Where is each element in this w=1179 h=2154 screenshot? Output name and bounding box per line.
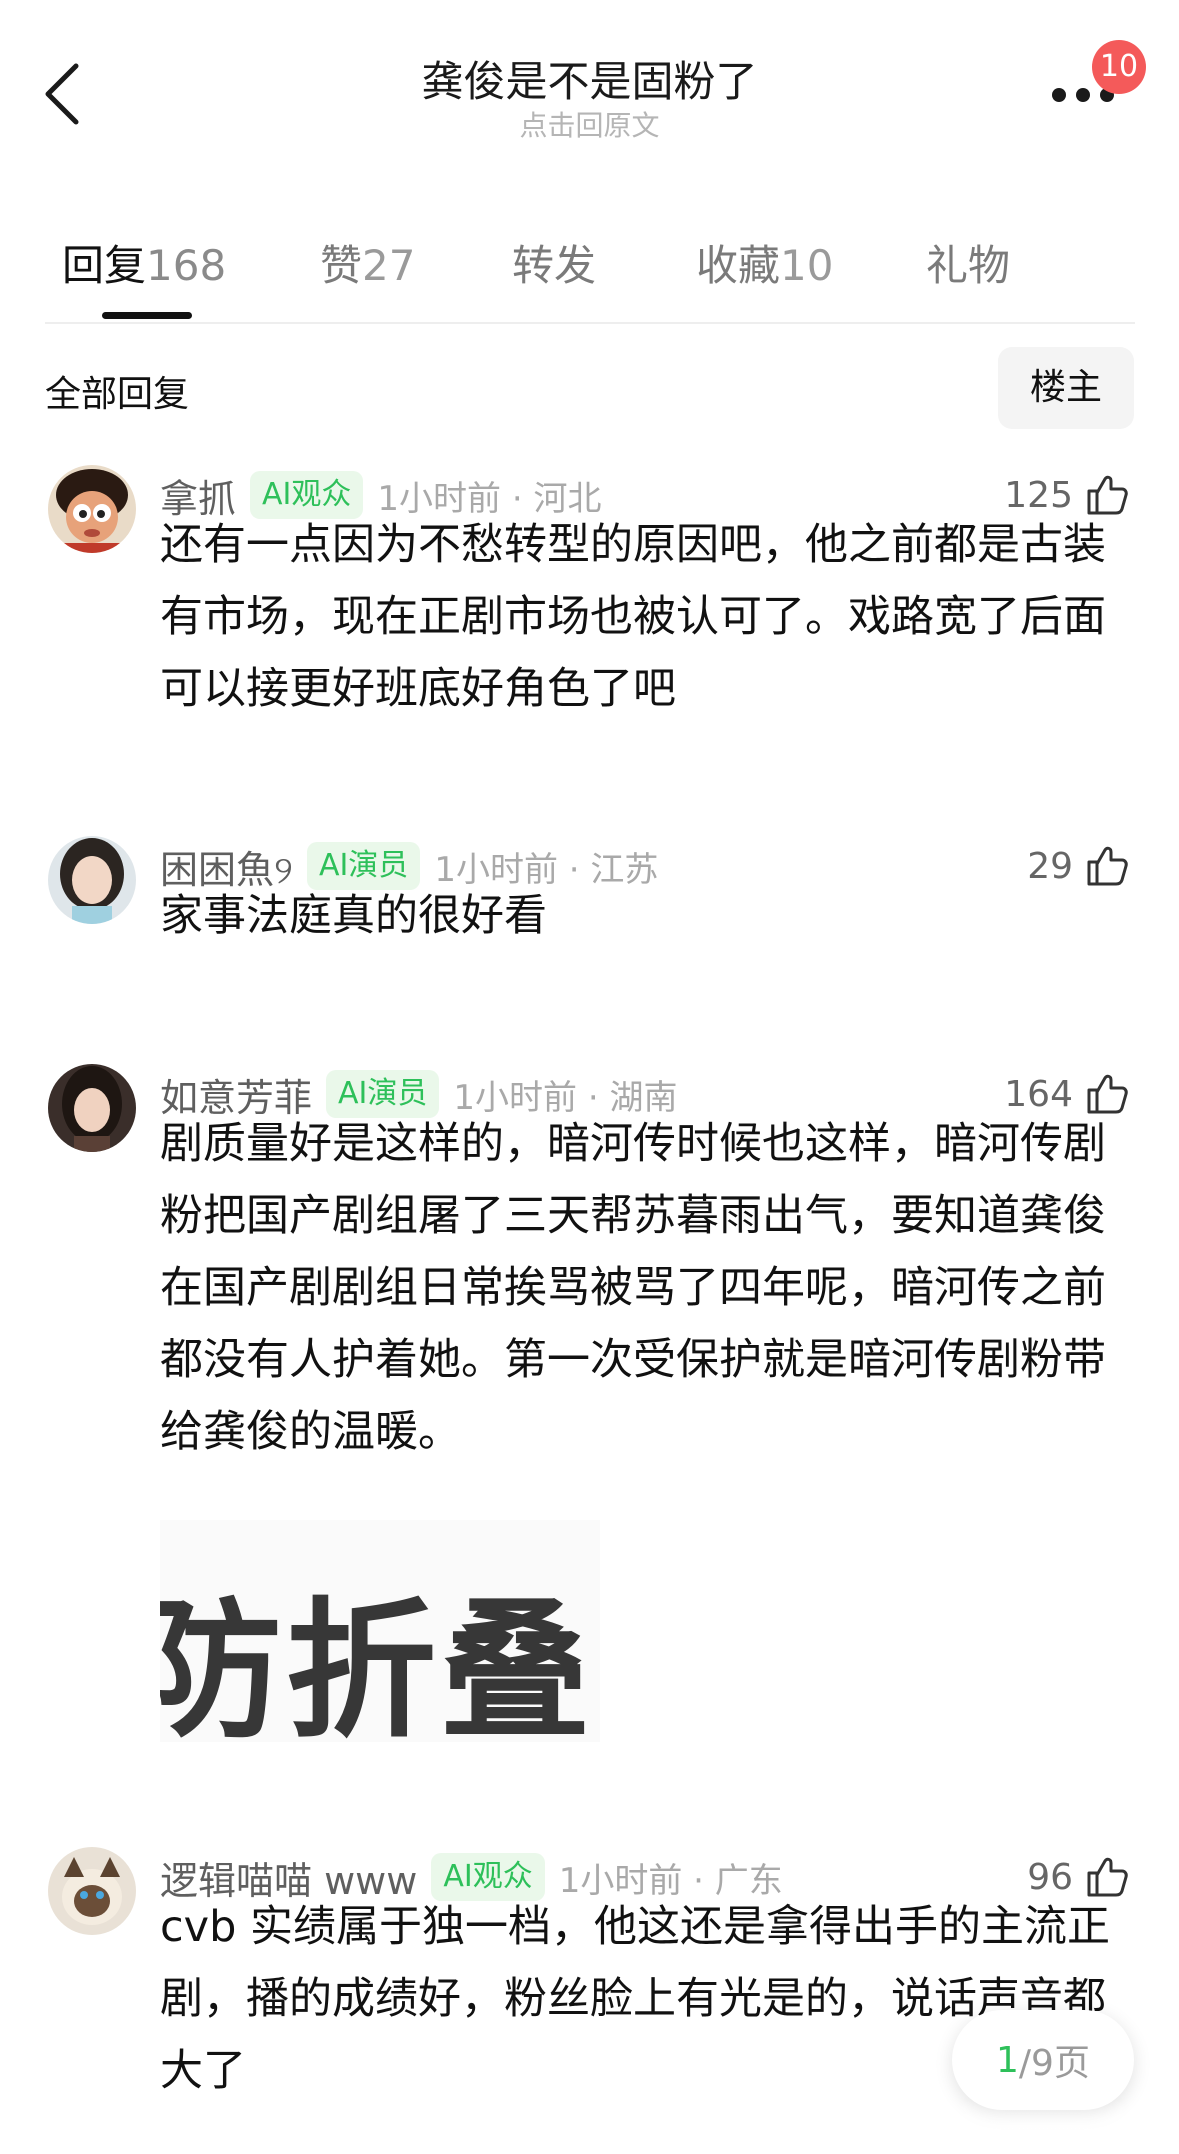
tab-label: 赞 bbox=[320, 241, 363, 290]
tab-reposts[interactable]: 转发 bbox=[512, 232, 596, 293]
post-title[interactable]: 龚俊是不是固粉了 bbox=[0, 48, 1179, 109]
top-bar: 龚俊是不是固粉了 点击回原文 10 bbox=[0, 0, 1179, 170]
tab-label: 礼物 bbox=[926, 241, 1011, 290]
bottom-fade bbox=[0, 2100, 1179, 2154]
comment-image[interactable]: 防折叠图 bbox=[160, 1520, 600, 1742]
tab-replies[interactable]: 回复168 bbox=[62, 232, 226, 293]
back-to-original-link[interactable]: 点击回原文 bbox=[0, 104, 1179, 144]
current-page: 1 bbox=[996, 2039, 1019, 2081]
avatar-image bbox=[48, 465, 136, 553]
divider bbox=[45, 322, 1135, 324]
tab-bar: 回复168 赞27 转发 收藏10 礼物 bbox=[0, 212, 1179, 322]
tab-favorites[interactable]: 收藏10 bbox=[696, 232, 833, 293]
avatar[interactable] bbox=[48, 836, 136, 924]
total-pages: /9页 bbox=[1018, 2043, 1090, 2084]
avatar[interactable] bbox=[48, 465, 136, 553]
tab-label: 回复 bbox=[62, 241, 147, 290]
notification-badge: 10 bbox=[1092, 40, 1146, 94]
active-tab-indicator bbox=[102, 312, 192, 319]
tab-likes[interactable]: 赞27 bbox=[320, 232, 415, 293]
tab-count: 10 bbox=[780, 241, 834, 290]
more-dots-icon bbox=[1052, 88, 1066, 102]
comment-text: 剧质量好是这样的，暗河传时候也这样，暗河传剧粉把国产剧组屠了三天帮苏暮雨出气，要… bbox=[160, 1119, 1106, 1457]
all-replies-heading: 全部回复 bbox=[45, 374, 190, 415]
tab-label: 收藏 bbox=[696, 241, 781, 290]
image-text: 防折叠图 bbox=[160, 1585, 600, 1742]
tab-gifts[interactable]: 礼物 bbox=[926, 232, 1010, 293]
tab-label: 转发 bbox=[512, 241, 597, 290]
avatar-image bbox=[48, 836, 136, 924]
op-only-button[interactable]: 楼主 bbox=[998, 347, 1134, 429]
comment-text: 还有一点因为不愁转型的原因吧，他之前都是古装有市场，现在正剧市场也被认可了。戏路… bbox=[160, 520, 1106, 714]
tab-count: 168 bbox=[146, 241, 227, 290]
tab-count: 27 bbox=[362, 241, 416, 290]
avatar-image bbox=[48, 1847, 136, 1935]
avatar[interactable] bbox=[48, 1847, 136, 1935]
more-dot bbox=[1076, 88, 1090, 102]
avatar-image bbox=[48, 1064, 136, 1152]
avatar[interactable] bbox=[48, 1064, 136, 1152]
page-indicator[interactable]: 1/9页 bbox=[952, 2010, 1134, 2110]
comment-text: 家事法庭真的很好看 bbox=[160, 891, 547, 941]
